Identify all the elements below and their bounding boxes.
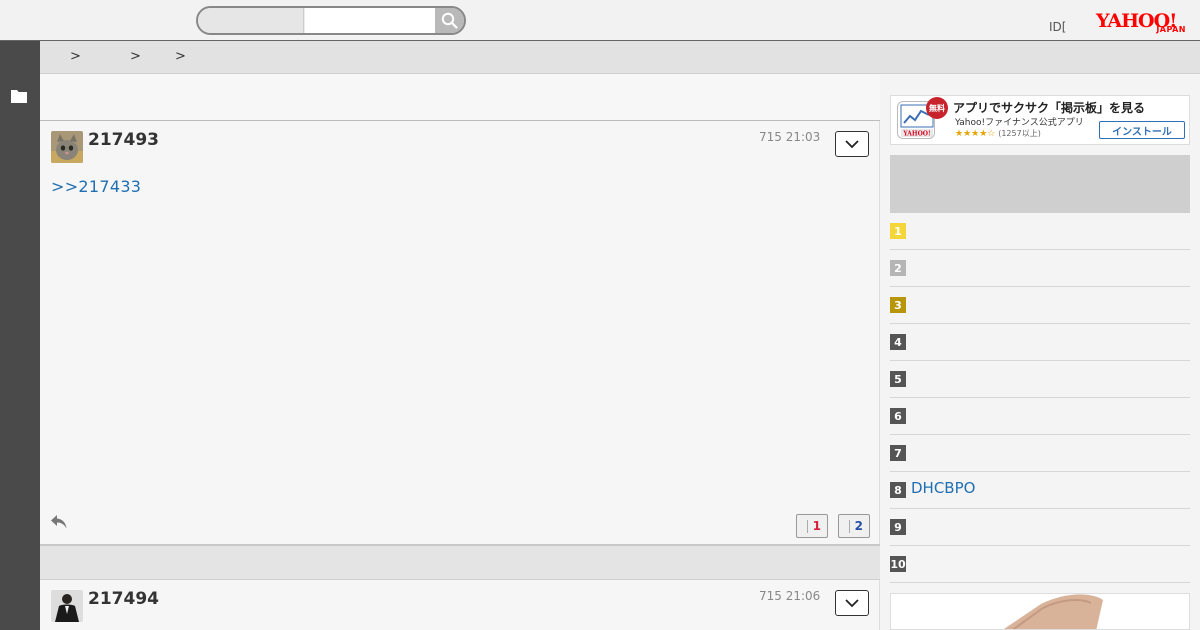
ranking-item[interactable]: 5 [890, 361, 1190, 398]
breadcrumb-separator: > [70, 49, 81, 64]
search-icon [441, 12, 458, 29]
disagree-vote-button[interactable]: 2 [838, 514, 870, 538]
yahoo-japan-logo[interactable]: YAHOO! JAPAN [1096, 10, 1188, 36]
ad-banner-image[interactable] [890, 593, 1190, 630]
ranking-item[interactable]: 6 [890, 398, 1190, 435]
left-sidebar [0, 41, 40, 630]
ranking-item[interactable]: 9 [890, 509, 1190, 546]
rank-number-badge: 6 [890, 408, 906, 424]
header: ID[ YAHOO! JAPAN [0, 0, 1200, 41]
rating-stars: ★★★★☆ [955, 129, 996, 139]
app-install-ad[interactable]: YAHOO! 無料 アプリでサクサク「掲示板」を見る Yahoo!ファイナンス公… [890, 95, 1190, 145]
ad-title: アプリでサクサク「掲示板」を見る [953, 101, 1146, 115]
ranking-item[interactable]: 4 [890, 324, 1190, 361]
login-id-link[interactable]: ID[ [1049, 20, 1066, 34]
ranking-item-label[interactable]: DHCBPO [911, 479, 975, 497]
ranking-item[interactable]: 3 [890, 287, 1190, 324]
breadcrumb-separator: > [175, 49, 186, 64]
avatar[interactable] [51, 131, 83, 163]
install-button[interactable]: インストール [1099, 121, 1185, 139]
arm-photo-image [891, 594, 1189, 629]
rank-number-badge: 4 [890, 334, 906, 350]
post-date: 715 21:03 [759, 130, 821, 144]
free-badge: 無料 [926, 97, 948, 119]
ranking-item[interactable]: 2 [890, 250, 1190, 287]
chevron-down-icon [845, 598, 859, 607]
rank-number-badge: 9 [890, 519, 906, 535]
review-count: (1257以上) [998, 129, 1041, 138]
ranking-item[interactable]: 10 [890, 546, 1190, 583]
rank-number-badge: 1 [890, 223, 906, 239]
post: 217494 715 21:06 [40, 580, 880, 630]
rank-number-badge: 5 [890, 371, 906, 387]
avatar[interactable] [51, 590, 83, 622]
rank-number-badge: 10 [890, 556, 906, 572]
search-button[interactable] [435, 8, 464, 33]
reply-arrow-icon[interactable] [50, 514, 68, 530]
post: 217493 715 21:03 >>217433 1 2 B!0 [40, 121, 880, 568]
thread-header [40, 74, 880, 121]
cat-avatar-image [51, 131, 83, 163]
post-menu-button[interactable] [835, 590, 869, 616]
reply-reference-link[interactable]: >>217433 [51, 177, 141, 196]
folder-icon[interactable] [11, 89, 27, 103]
ad-subtitle: Yahoo!ファイナンス公式アプリ [955, 118, 1084, 128]
search-input[interactable] [305, 8, 435, 33]
ranking-item[interactable]: 7 [890, 435, 1190, 472]
agree-vote-button[interactable]: 1 [796, 514, 828, 538]
ranking-header [890, 155, 1190, 213]
post-menu-button[interactable] [835, 131, 869, 157]
breadcrumb: > > > [40, 41, 1200, 74]
svg-text:YAHOO!: YAHOO! [902, 131, 930, 138]
search-box [196, 6, 466, 35]
search-category-select[interactable] [198, 8, 304, 33]
person-avatar-image [51, 590, 83, 622]
rank-number-badge: 2 [890, 260, 906, 276]
post-divider [40, 544, 880, 580]
rank-number-badge: 3 [890, 297, 906, 313]
post-number: 217493 [88, 130, 159, 150]
right-sidebar: YAHOO! 無料 アプリでサクサク「掲示板」を見る Yahoo!ファイナンス公… [880, 74, 1200, 630]
ranking-item[interactable]: 8 DHCBPO [890, 472, 1190, 509]
chevron-down-icon [845, 139, 859, 148]
ad-rating: ★★★★☆ (1257以上) [955, 128, 1041, 139]
post-number: 217494 [88, 589, 159, 609]
rank-number-badge: 7 [890, 445, 906, 461]
ranking-list: 1 2 3 4 5 6 7 8 DHCBPO 9 10 [890, 213, 1190, 583]
logo-sub: JAPAN [1156, 25, 1186, 34]
rank-number-badge: 8 [890, 482, 906, 498]
post-date: 715 21:06 [759, 589, 821, 603]
ranking-item[interactable]: 1 [890, 213, 1190, 250]
main-content: 217493 715 21:03 >>217433 1 2 B!0 [40, 74, 880, 630]
breadcrumb-separator: > [130, 49, 141, 64]
